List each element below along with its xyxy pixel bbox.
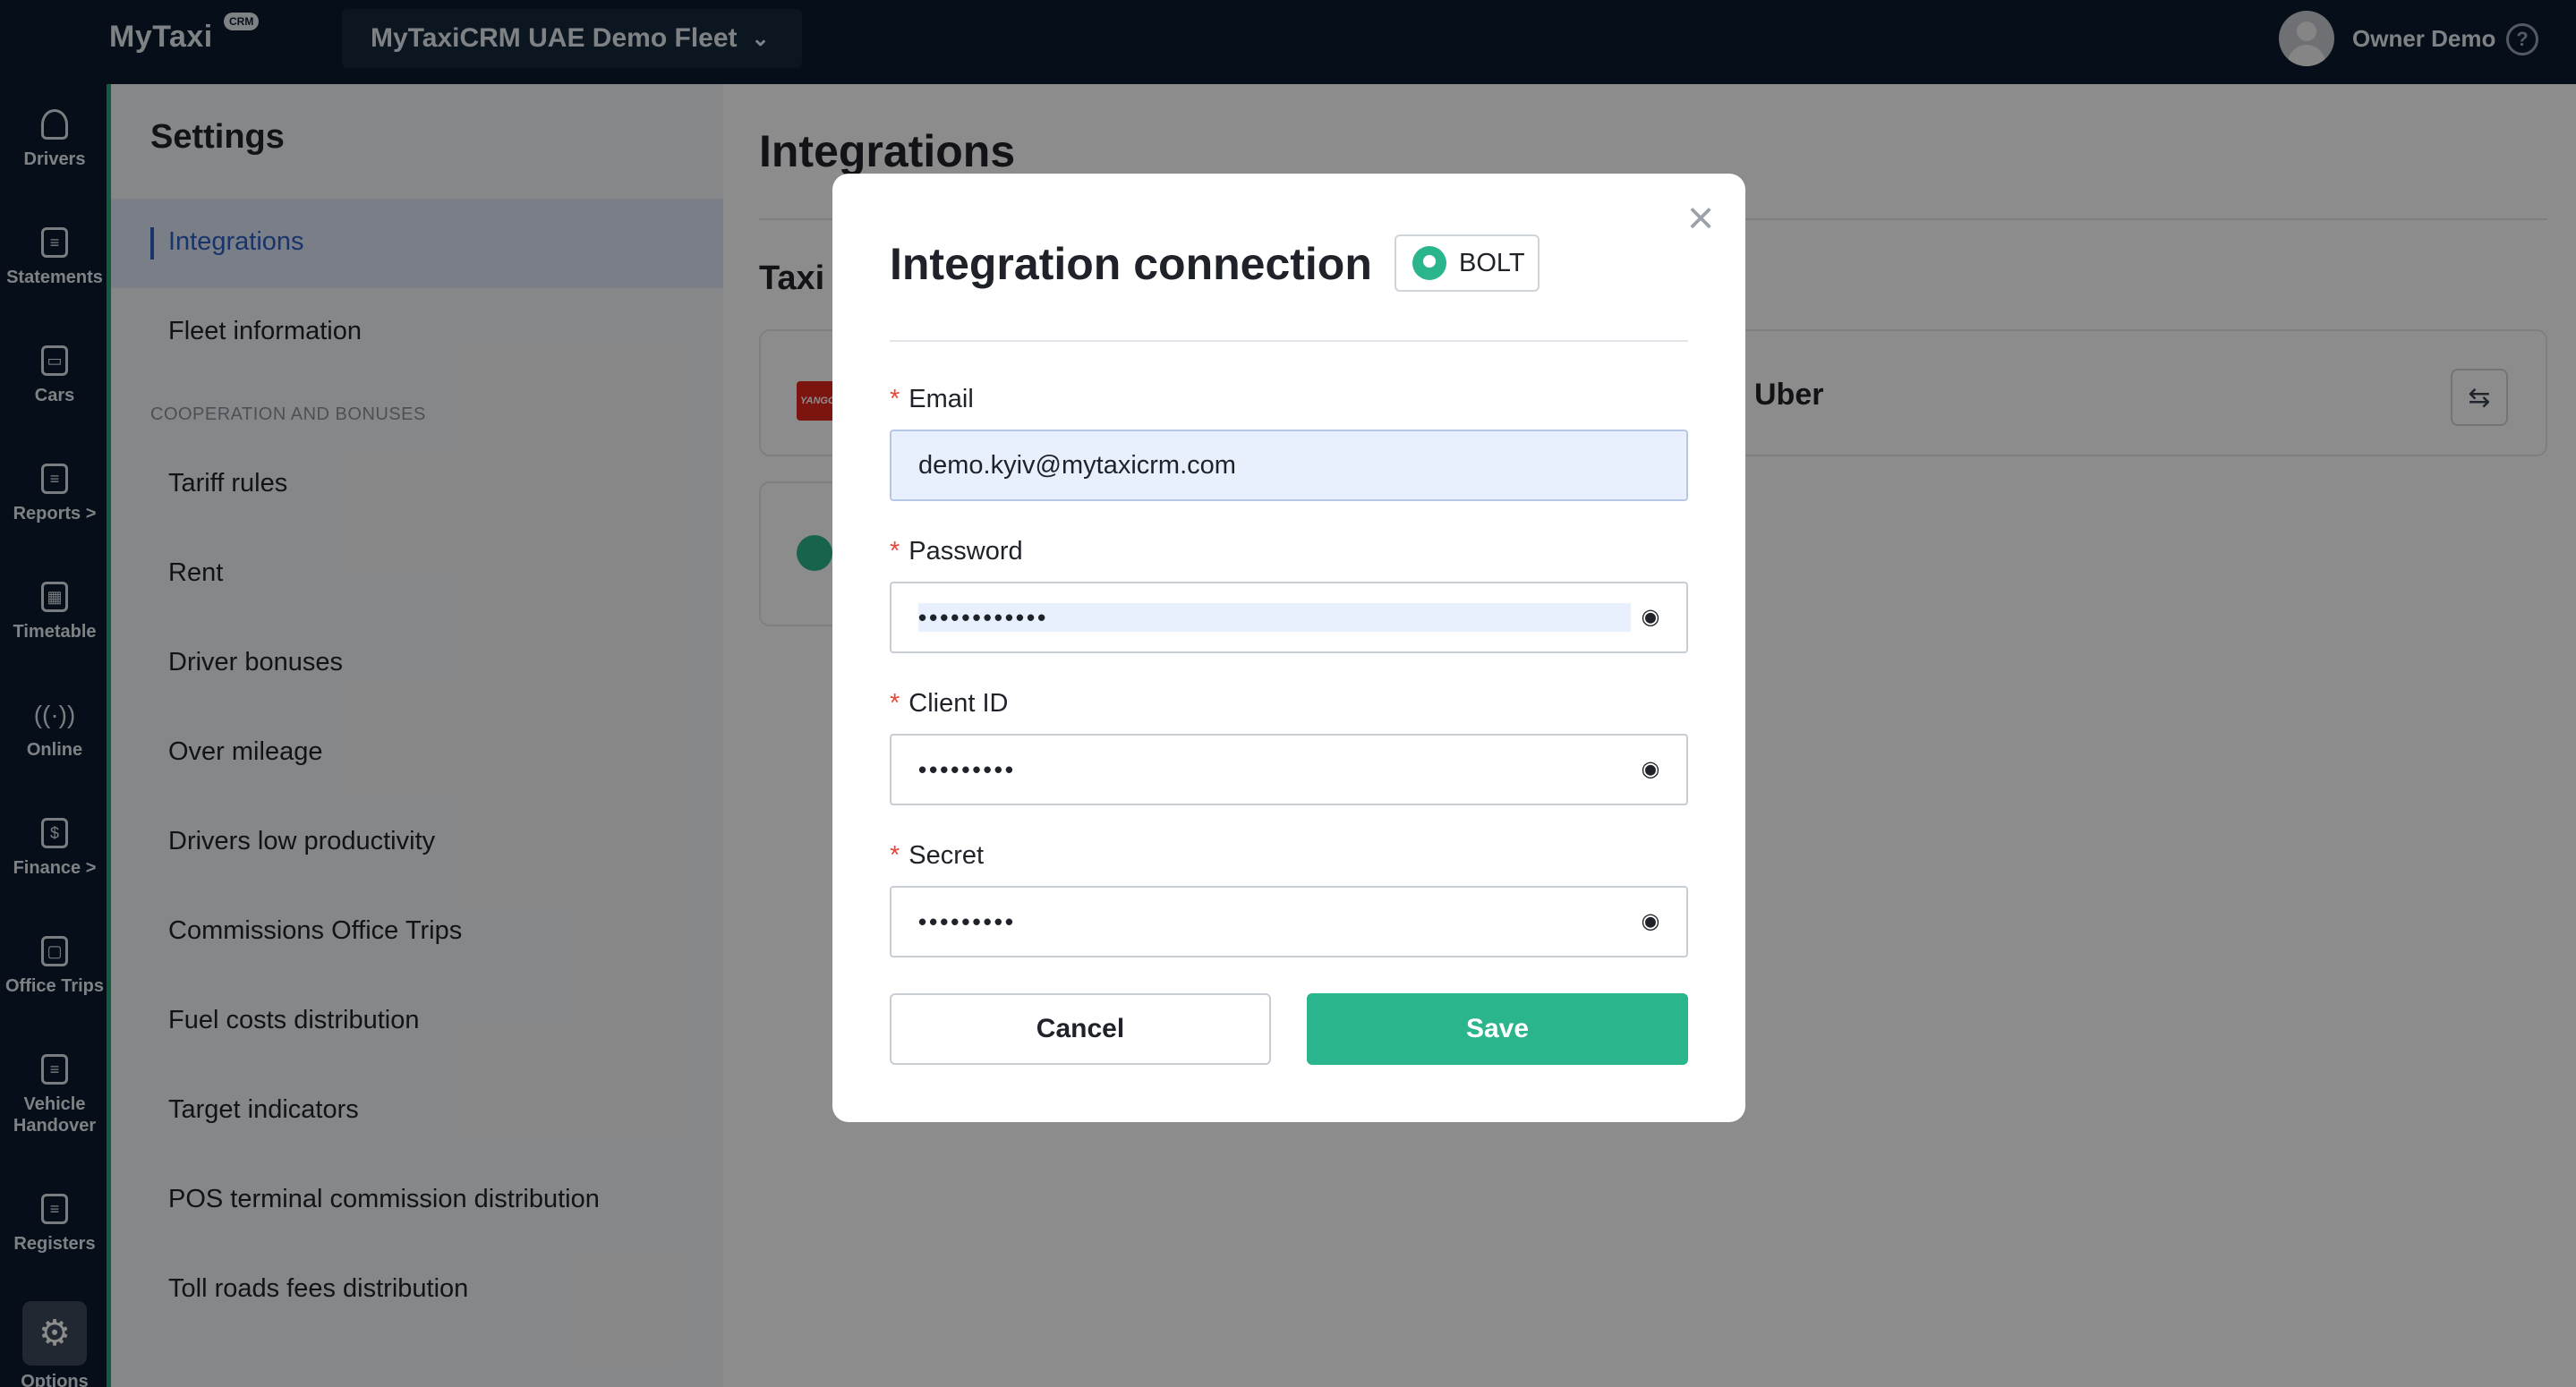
- modal-title: Integration connection: [890, 239, 1372, 289]
- integration-modal: Integration connection BOLT × * Email dem…: [832, 174, 1745, 1122]
- eye-icon[interactable]: ◉: [1638, 759, 1663, 780]
- client-id-value: •••••••••: [918, 755, 1016, 783]
- secret-value: •••••••••: [918, 907, 1016, 935]
- eye-icon[interactable]: ◉: [1638, 911, 1663, 932]
- email-field[interactable]: demo.kyiv@mytaxicrm.com: [890, 430, 1688, 501]
- email-value: demo.kyiv@mytaxicrm.com: [918, 450, 1236, 480]
- close-icon[interactable]: ×: [1683, 195, 1719, 242]
- bolt-icon: [1412, 246, 1446, 280]
- secret-label: * Secret: [890, 841, 984, 871]
- provider-badge: BOLT: [1395, 234, 1540, 292]
- email-label: * Email: [890, 385, 974, 414]
- label-text: Password: [908, 537, 1023, 566]
- required-marker: *: [890, 537, 900, 566]
- required-marker: *: [890, 689, 900, 718]
- client-id-label: * Client ID: [890, 689, 1009, 719]
- password-label: * Password: [890, 537, 1023, 566]
- label-text: Client ID: [908, 689, 1009, 718]
- secret-field[interactable]: ••••••••• ◉: [890, 886, 1688, 957]
- provider-name: BOLT: [1459, 248, 1525, 277]
- save-button[interactable]: Save: [1307, 993, 1688, 1065]
- cancel-button[interactable]: Cancel: [890, 993, 1271, 1065]
- client-id-field[interactable]: ••••••••• ◉: [890, 734, 1688, 805]
- label-text: Secret: [908, 841, 985, 870]
- required-marker: *: [890, 385, 900, 413]
- password-value: ••••••••••••: [918, 603, 1049, 631]
- label-text: Email: [908, 385, 974, 413]
- required-marker: *: [890, 841, 900, 870]
- eye-icon[interactable]: ◉: [1638, 607, 1663, 628]
- password-field[interactable]: •••••••••••• ◉: [890, 582, 1688, 653]
- divider: [890, 340, 1688, 342]
